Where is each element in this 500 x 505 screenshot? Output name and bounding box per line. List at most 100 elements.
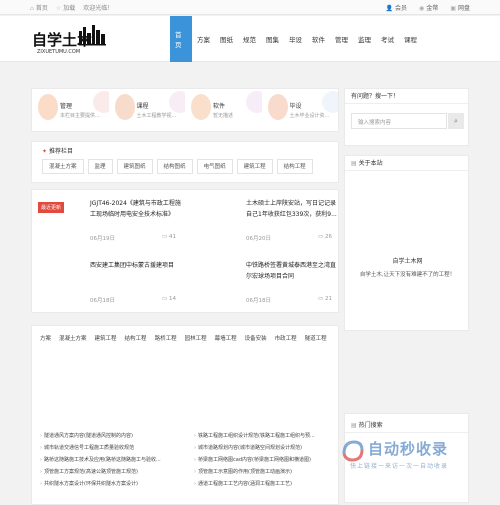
coin-icon: ◉	[419, 5, 425, 12]
tab-equipment[interactable]: 设备安装	[245, 334, 267, 342]
tag-structural-drawings[interactable]: 结构图纸	[156, 159, 193, 174]
list-item-label: 桥梁施工网络图cad内容(桥梁施工网络图和横道图)	[198, 457, 311, 463]
list-item[interactable]: › 共织隧水方案设计(环保共织隧水方案设计)	[40, 478, 161, 490]
post-card[interactable]: 土木硕士上岸陕安站，写日记记录自己1年收获红包339次，获利9... 06月20…	[188, 190, 338, 248]
list-item[interactable]: › 城市道路规划内容(城市道路空间规划设计规范)	[194, 442, 315, 454]
top-bar-left: ⌂ 首页 ☆ 加载 欢迎光临！	[30, 3, 113, 12]
arrow-icon: ›	[194, 457, 196, 463]
sidebar-search: 有问题？搜一下！ 输入搜索内容 ⌕	[344, 88, 470, 146]
category-decor	[92, 91, 109, 113]
post-date: 06月18日	[90, 298, 115, 304]
nav-drawings[interactable]: 图纸	[215, 16, 238, 62]
arrow-icon: ›	[194, 481, 196, 487]
category-card-graduation[interactable]: 毕设 土木毕业设计资...	[262, 89, 338, 131]
nav-scheme[interactable]: 方案	[192, 16, 215, 62]
post-thumbnail	[194, 198, 236, 240]
top-link-home-label: 首页	[35, 5, 48, 12]
list-item[interactable]: › 铁路工程施工组织设计规范(铁路工程施工组织与预...	[194, 430, 315, 442]
top-bar-right: 👤 会员 ◉ 金幣 ▣ 网盘	[386, 3, 470, 12]
category-name: 课程	[136, 103, 149, 110]
tag-supervision[interactable]: 监理	[87, 159, 113, 174]
disk-icon: ▣	[450, 5, 456, 12]
category-card-management[interactable]: 管理 本栏目主要提供...	[32, 89, 109, 131]
list-item[interactable]: › 路桥这随路施工技术及应用(路桥这随路施工与验收...	[40, 454, 161, 466]
top-link-home[interactable]: ⌂ 首页	[30, 3, 48, 12]
post-title[interactable]: 中铁路桥签署黄城泰西港至之湾直尔宏球场项目合同	[246, 260, 338, 282]
list-item[interactable]: › 桥梁施工网络图cad内容(桥梁施工网络图和横道图)	[194, 454, 315, 466]
user-icon: 👤	[385, 5, 394, 12]
category-decor	[245, 91, 262, 113]
category-desc: 土木毕业设计资...	[289, 113, 330, 119]
top-link-coins[interactable]: ◉ 金幣	[419, 3, 438, 12]
top-link-member[interactable]: 👤 会员	[386, 3, 408, 12]
tab-concrete-scheme[interactable]: 混凝土方案	[59, 334, 87, 342]
post-title[interactable]: JGJT46-2024《建筑与市政工程施工现场临时用电安全技术标准》	[90, 198, 182, 220]
site-logo[interactable]: 自学土木 ZIXUETUMU.COM	[31, 23, 109, 55]
top-link-bookmark[interactable]: ☆ 加载	[56, 3, 75, 12]
category-icon	[191, 94, 211, 120]
category-desc: 暂无描述	[213, 113, 234, 119]
top-link-disk-label: 网盘	[457, 5, 470, 12]
nav-exam[interactable]: 考试	[376, 16, 399, 62]
arrow-icon: ›	[40, 445, 42, 451]
arrow-icon: ›	[40, 433, 42, 439]
tab-curtain-wall[interactable]: 幕墙工程	[215, 334, 237, 342]
list-item[interactable]: › 顶管施工示意图的作用(顶管施工动画演示)	[194, 466, 315, 478]
nav-supervision[interactable]: 监理	[353, 16, 376, 62]
nav-software[interactable]: 软件	[307, 16, 330, 62]
top-link-coins-label: 金幣	[426, 5, 439, 12]
sidebar-search-title: 有问题？搜一下！	[351, 93, 400, 100]
tab-landscape[interactable]: 园林工程	[185, 334, 207, 342]
tab-tunnel[interactable]: 隧道工程	[305, 334, 327, 342]
list-item[interactable]: › 城市轨道交通信号工程施工质量验收规范	[40, 442, 161, 454]
comment-icon: ▭	[162, 234, 169, 240]
tag-electrical-drawings[interactable]: 电气图纸	[196, 159, 233, 174]
category-icon	[267, 94, 288, 120]
post-title[interactable]: 土木硕士上岸陕安站，写日记记录自己1年收获红包339次，获利9...	[246, 198, 338, 220]
list-item[interactable]: › 顶管施工方案规范(高速公路顶管施工规范)	[40, 466, 161, 478]
nav-courses[interactable]: 课程	[399, 16, 422, 62]
nav-home[interactable]: 首页	[170, 16, 192, 62]
recommended-columns: ✦ 推荐栏目 混凝土方案 监理 建筑图纸 结构图纸 电气图纸 建筑工程 结构工程	[31, 141, 339, 183]
post-comments: ▭ 41	[162, 234, 176, 240]
category-icon	[38, 94, 58, 120]
post-date: 06月19日	[90, 236, 115, 242]
nav-graduation[interactable]: 毕设	[284, 16, 307, 62]
category-card-courses[interactable]: 课程 土木工程教学视...	[109, 89, 185, 131]
tab-municipal[interactable]: 市政工程	[275, 334, 297, 342]
tag-structural-engineering[interactable]: 结构工程	[276, 159, 313, 174]
nav-management[interactable]: 管理	[330, 16, 353, 62]
post-comment-count: 14	[169, 296, 176, 302]
post-card[interactable]: 最近更新 JGJT46-2024《建筑与市政工程施工现场临时用电安全技术标准》 …	[32, 190, 182, 248]
tab-scheme[interactable]: 方案	[40, 334, 51, 342]
list-item-label: 隧道通风方案内容(隧道通风控制的内容)	[44, 433, 133, 439]
bookmark-icon: ☆	[55, 5, 62, 12]
search-button[interactable]: ⌕	[448, 113, 464, 129]
category-card-software[interactable]: 软件 暂无描述	[185, 89, 262, 131]
list-item[interactable]: › 通道工程施工工艺内容(涵洞工程施工工艺)	[194, 478, 315, 490]
nav-atlas[interactable]: 图集	[261, 16, 284, 62]
list-item-label: 共织隧水方案设计(环保共织隧水方案设计)	[44, 481, 138, 487]
list-item-label: 铁路工程施工组织设计规范(铁路工程施工组织与预...	[198, 433, 315, 439]
post-card[interactable]: 中铁路桥签署黄城泰西港至之湾直尔宏球场项目合同 06月18日 ▭ 21	[188, 252, 338, 310]
site-slogan: 自学土木,让天下没有难建不了的工程！	[359, 272, 456, 278]
search-input[interactable]: 输入搜索内容	[351, 113, 447, 129]
nav-standards[interactable]: 规范	[238, 16, 261, 62]
article-list-left: › 隧道通风方案内容(隧道通风控制的内容) › 城市轨道交通信号工程施工质量验收规范…	[40, 430, 161, 490]
sidebar-about: ▤ 关于本站 自学土木网 自学土木,让天下没有难建不了的工程！	[344, 155, 470, 331]
post-comment-count: 41	[169, 234, 176, 240]
tag-building-engineering[interactable]: 建筑工程	[236, 159, 273, 174]
tab-structural-engineering[interactable]: 结构工程	[125, 334, 147, 342]
site-name: 自学土木网	[392, 258, 423, 265]
sidebar-about-title: ▤ 关于本站	[351, 158, 383, 167]
welcome-text: 欢迎光临！	[83, 5, 114, 12]
tag-architectural-drawings[interactable]: 建筑图纸	[116, 159, 153, 174]
tag-concrete-scheme[interactable]: 混凝土方案	[42, 159, 84, 174]
post-title[interactable]: 西安建工集团中标蒙古援建项目	[90, 260, 182, 271]
tab-building-engineering[interactable]: 建筑工程	[95, 334, 117, 342]
tab-road-bridge[interactable]: 路桥工程	[155, 334, 177, 342]
top-link-disk[interactable]: ▣ 网盘	[450, 3, 470, 12]
list-item-label: 顶管施工示意图的作用(顶管施工动画演示)	[198, 469, 292, 475]
post-card[interactable]: 西安建工集团中标蒙古援建项目 06月18日 ▭ 14	[32, 252, 182, 310]
list-item[interactable]: › 隧道通风方案内容(隧道通风控制的内容)	[40, 430, 161, 442]
